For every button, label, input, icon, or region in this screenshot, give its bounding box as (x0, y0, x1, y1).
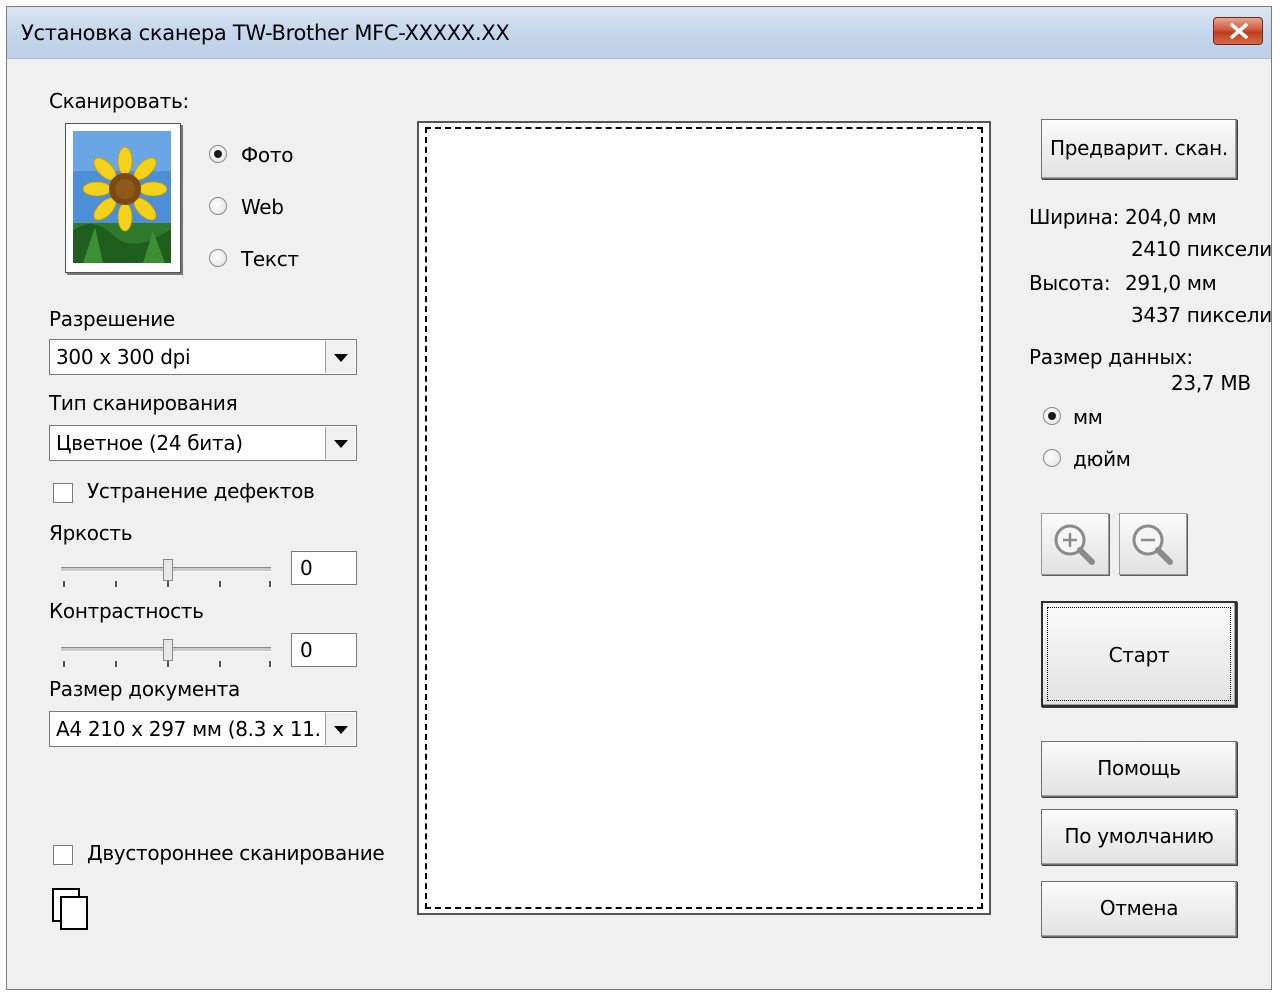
zoom-in-button[interactable] (1041, 513, 1109, 575)
width-label: Ширина: (1029, 205, 1120, 229)
scanner-setup-dialog: Установка сканера TW-Brother MFC-XXXXX.X… (6, 6, 1272, 990)
scan-mode-text-label[interactable]: Текст (241, 247, 299, 271)
scan-mode-text-radio[interactable] (209, 249, 227, 267)
height-label: Высота: (1029, 271, 1111, 295)
width-px-value: 2410 пиксели (1131, 237, 1272, 261)
scan-mode-photo-radio[interactable] (209, 145, 227, 163)
slider-tick (269, 581, 271, 587)
chevron-down-icon[interactable] (325, 713, 355, 745)
width-mm-value: 204,0 мм (1125, 205, 1217, 229)
slider-tick (219, 661, 221, 667)
close-button[interactable] (1213, 17, 1263, 45)
resolution-value: 300 x 300 dpi (56, 345, 191, 369)
height-mm-value: 291,0 мм (1125, 271, 1217, 295)
title-bar[interactable]: Установка сканера TW-Brother MFC-XXXXX.X… (7, 7, 1271, 59)
document-size-select[interactable]: A4 210 x 297 мм (8.3 x 11.7 дюйма) (49, 711, 357, 747)
document-size-value: A4 210 x 297 мм (8.3 x 11.7 дюйма) (56, 717, 320, 741)
slider-tick (167, 661, 169, 667)
chevron-down-icon[interactable] (325, 427, 355, 459)
scan-mode-label: Сканировать: (49, 89, 189, 113)
zoom-in-icon (1054, 524, 1095, 565)
zoom-out-icon (1132, 524, 1173, 565)
duplex-checkbox[interactable] (53, 845, 73, 865)
dialog-body: Сканировать: Фото Web Текст Разрешение 3… (7, 59, 1272, 989)
prescan-button[interactable]: Предварит. скан. (1041, 119, 1237, 179)
scan-type-value: Цветное (24 бита) (56, 431, 243, 455)
zoom-out-button[interactable] (1119, 513, 1187, 575)
duplex-pages-icon (52, 888, 88, 930)
help-button-label: Помощь (1097, 756, 1181, 780)
scan-mode-web-radio[interactable] (209, 197, 227, 215)
scan-preview-area[interactable] (417, 121, 991, 915)
default-button-label: По умолчанию (1064, 824, 1214, 848)
data-size-label: Размер данных: (1029, 345, 1193, 369)
unit-inch-radio[interactable] (1043, 449, 1061, 467)
prescan-button-label: Предварит. скан. (1050, 136, 1228, 160)
default-button[interactable]: По умолчанию (1041, 809, 1237, 865)
slider-thumb[interactable] (163, 639, 173, 661)
data-size-value: 23,7 MB (1171, 371, 1251, 395)
slider-tick (115, 581, 117, 587)
scan-area-selection[interactable] (425, 127, 983, 909)
contrast-label: Контрастность (49, 599, 204, 623)
close-icon (1230, 23, 1248, 39)
slider-tick (269, 661, 271, 667)
help-button[interactable]: Помощь (1041, 741, 1237, 797)
slider-thumb[interactable] (163, 559, 173, 581)
slider-tick (115, 661, 117, 667)
height-px-value: 3437 пиксели (1131, 303, 1272, 327)
cancel-button-label: Отмена (1099, 896, 1179, 920)
contrast-input[interactable]: 0 (291, 633, 357, 667)
sunflower-photo-thumbnail (65, 123, 181, 273)
resolution-label: Разрешение (49, 307, 175, 331)
slider-tick (219, 581, 221, 587)
brightness-input[interactable]: 0 (291, 551, 357, 585)
unit-mm-radio[interactable] (1043, 407, 1061, 425)
duplex-label[interactable]: Двустороннее сканирование (87, 841, 385, 865)
document-size-label: Размер документа (49, 677, 240, 701)
descreen-checkbox[interactable] (53, 483, 73, 503)
unit-inch-label[interactable]: дюйм (1073, 447, 1131, 471)
slider-tick (63, 581, 65, 587)
start-button[interactable]: Старт (1041, 601, 1237, 707)
scan-type-label: Тип сканирования (49, 391, 238, 415)
descreen-label[interactable]: Устранение дефектов (87, 479, 315, 503)
slider-tick (167, 581, 169, 587)
chevron-down-icon[interactable] (325, 341, 355, 373)
brightness-slider[interactable] (59, 553, 275, 591)
start-button-label: Старт (1108, 643, 1170, 667)
window-title: Установка сканера TW-Brother MFC-XXXXX.X… (21, 21, 510, 45)
scan-mode-photo-label[interactable]: Фото (241, 143, 293, 167)
unit-mm-label[interactable]: мм (1073, 405, 1103, 429)
scan-mode-web-label[interactable]: Web (241, 195, 284, 219)
brightness-label: Яркость (49, 521, 133, 545)
slider-tick (63, 661, 65, 667)
resolution-select[interactable]: 300 x 300 dpi (49, 339, 357, 375)
scan-type-select[interactable]: Цветное (24 бита) (49, 425, 357, 461)
contrast-slider[interactable] (59, 633, 275, 671)
cancel-button[interactable]: Отмена (1041, 881, 1237, 937)
